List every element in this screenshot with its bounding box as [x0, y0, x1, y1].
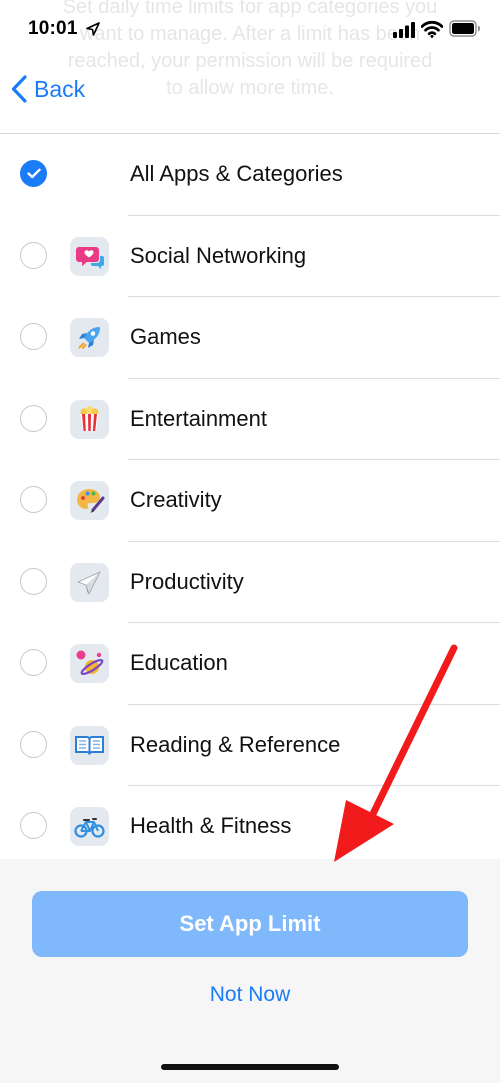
category-label: All Apps & Categories	[130, 161, 343, 186]
status-bar: 10:01	[0, 0, 500, 60]
category-row-health-fitness[interactable]: Health & Fitness	[0, 786, 500, 868]
category-label: Creativity	[130, 487, 222, 512]
creativity-palette-icon	[70, 481, 109, 520]
location-arrow-icon	[86, 22, 100, 36]
health-bicycle-icon	[70, 807, 109, 846]
home-indicator[interactable]	[161, 1064, 339, 1070]
reading-book-icon	[70, 725, 109, 765]
category-label: Entertainment	[130, 405, 267, 431]
education-planet-icon	[70, 644, 109, 683]
category-label: Reading & Reference	[130, 731, 341, 757]
games-rocket-icon	[70, 318, 109, 357]
category-list: All Apps & Categories Social Networking	[0, 134, 500, 868]
status-time: 10:01	[28, 18, 78, 39]
category-label: Social Networking	[130, 242, 307, 268]
category-row-all-apps[interactable]: All Apps & Categories	[0, 134, 500, 216]
entertainment-popcorn-icon	[70, 399, 109, 439]
category-row-entertainment[interactable]: Entertainment	[0, 379, 500, 460]
radio-unchecked-icon[interactable]	[20, 323, 47, 350]
category-row-reading-reference[interactable]: Reading & Reference	[0, 705, 500, 786]
set-app-limit-button[interactable]: Set App Limit	[32, 891, 468, 957]
category-row-games[interactable]: Games	[0, 297, 500, 379]
category-label: Education	[130, 650, 228, 675]
chevron-left-icon	[11, 75, 27, 103]
radio-unchecked-icon[interactable]	[20, 649, 47, 676]
cellular-signal-icon	[393, 22, 415, 38]
productivity-paper-plane-icon	[70, 562, 109, 602]
battery-icon	[449, 20, 480, 37]
checkmark-icon[interactable]	[20, 160, 47, 187]
radio-unchecked-icon[interactable]	[20, 812, 47, 839]
social-networking-icon	[70, 236, 109, 276]
wifi-icon	[421, 20, 443, 38]
radio-unchecked-icon[interactable]	[20, 730, 47, 758]
category-label: Games	[130, 324, 201, 349]
radio-unchecked-icon[interactable]	[20, 404, 47, 432]
radio-unchecked-icon[interactable]	[20, 241, 47, 269]
category-row-productivity[interactable]: Productivity	[0, 542, 500, 623]
radio-unchecked-icon[interactable]	[20, 567, 47, 595]
category-label: Productivity	[130, 568, 244, 594]
radio-unchecked-icon[interactable]	[20, 486, 47, 513]
back-label: Back	[34, 75, 86, 102]
bottom-action-area: Set App Limit Not Now	[0, 859, 500, 1083]
not-now-button[interactable]: Not Now	[0, 983, 500, 1007]
category-row-education[interactable]: Education	[0, 623, 500, 705]
category-row-social-networking[interactable]: Social Networking	[0, 216, 500, 297]
category-label: Health & Fitness	[130, 813, 292, 838]
back-button[interactable]: Back	[10, 72, 85, 106]
category-row-creativity[interactable]: Creativity	[0, 460, 500, 542]
